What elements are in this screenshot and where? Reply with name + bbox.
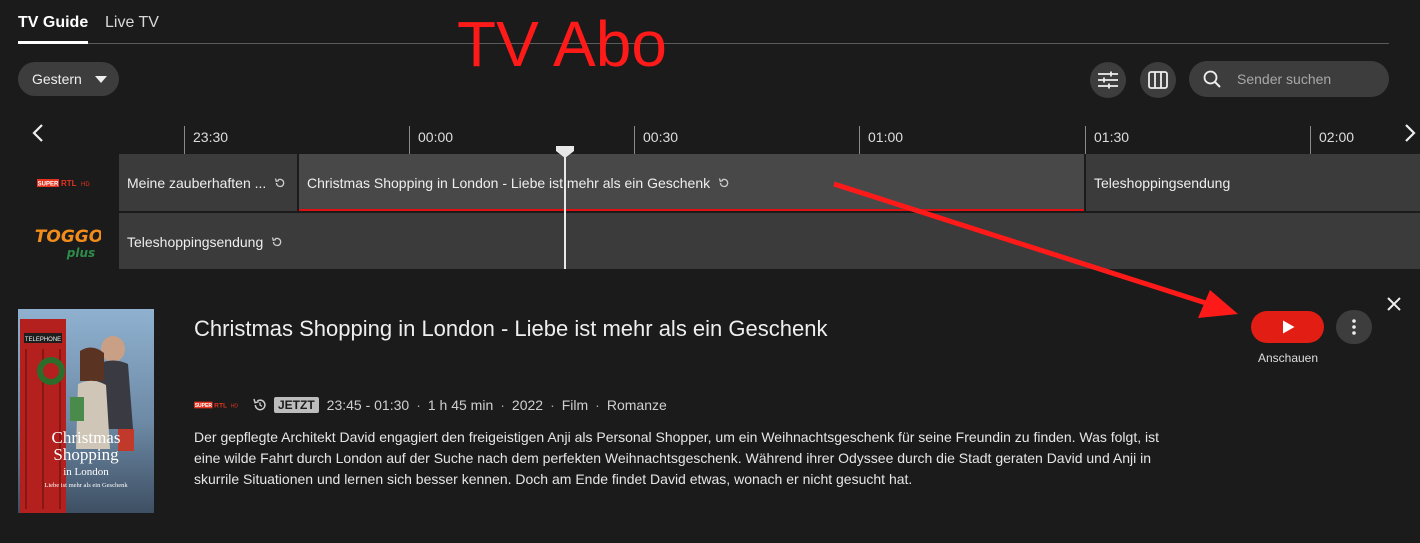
search-input[interactable] (1237, 61, 1377, 97)
super-rtl-logo-small: SUPER RTL HD (194, 401, 239, 410)
program-description: Der gepflegte Architekt David engagiert … (194, 429, 1159, 487)
timeline-tick: 00:00 (409, 126, 453, 154)
program-title: Teleshoppingsendung (1094, 175, 1231, 191)
replay-icon (272, 237, 282, 247)
tick-label: 00:30 (643, 129, 679, 145)
program-year: 2022 (511, 397, 544, 413)
meta-separator: · (416, 397, 421, 413)
channel-row-toggo-plus: TOGGO plus Teleshoppingsendung (0, 213, 1420, 270)
poster-subtitle: Liebe ist mehr als ein Geschenk (44, 482, 128, 489)
program-cell[interactable]: Teleshoppingsendung (119, 213, 1420, 269)
program-cell-current[interactable]: Christmas Shopping in London - Liebe ist… (299, 154, 1084, 211)
channel-row-super-rtl: SUPER RTL HD Meine zauberhaften ... Chri… (0, 154, 1420, 211)
now-badge: JETZT (274, 397, 319, 413)
search-icon (1203, 70, 1221, 88)
timeline-tick: 00:30 (634, 126, 678, 154)
columns-view-button[interactable] (1140, 62, 1176, 98)
tick-label: 00:00 (418, 129, 454, 145)
date-dropdown[interactable]: Gestern (18, 62, 119, 96)
tick-label: 01:30 (1094, 129, 1130, 145)
poster-sign-text: TELEPHONE (25, 337, 61, 343)
meta-separator: · (550, 397, 555, 413)
caret-down-icon (95, 76, 107, 83)
channel-logo-toggo-plus[interactable]: TOGGO plus (30, 213, 106, 270)
meta-separator: · (500, 397, 505, 413)
tick-label: 23:30 (193, 129, 229, 145)
timeline-tick: 23:30 (184, 126, 228, 154)
watch-button-label[interactable]: Anschauen (1247, 351, 1329, 365)
timeline-tick: 02:00 (1310, 126, 1354, 154)
program-meta: SUPER RTL HD JETZT 23:45 - 01:30 · 1 h 4… (194, 395, 667, 415)
filter-button[interactable] (1090, 62, 1126, 98)
poster-title-line2: Shopping (53, 445, 119, 464)
tab-live-tv[interactable]: Live TV (105, 14, 159, 32)
toggo-logo-subtext: plus (66, 246, 95, 260)
program-cell[interactable]: Meine zauberhaften ... (119, 154, 297, 211)
program-title: Teleshoppingsendung (127, 234, 264, 250)
date-dropdown-label: Gestern (32, 71, 82, 87)
close-icon (1387, 297, 1401, 311)
replay-icon (718, 178, 729, 188)
program-title: Christmas Shopping in London - Liebe ist… (307, 175, 711, 191)
super-rtl-logo: SUPER RTL HD (37, 178, 90, 188)
tick-label: 01:00 (868, 129, 904, 145)
timeline-ruler: 23:30 00:00 00:30 01:00 01:30 02:00 (119, 126, 1420, 154)
watch-button[interactable] (1251, 311, 1324, 343)
current-time-line (564, 150, 566, 269)
play-icon (1282, 320, 1294, 334)
tab-tv-guide[interactable]: TV Guide (18, 14, 89, 44)
svg-text:SUPER: SUPER (38, 181, 59, 187)
annotation-overlay-text: TV Abo (457, 8, 667, 80)
program-detail-title: Christmas Shopping in London - Liebe ist… (194, 316, 828, 341)
svg-text:RTL: RTL (61, 179, 77, 188)
program-title: Meine zauberhaften ... (127, 175, 267, 191)
program-category: Film (561, 397, 589, 413)
svg-text:SUPER: SUPER (195, 403, 213, 409)
program-time-range: 23:45 - 01:30 (326, 397, 410, 413)
more-options-button[interactable] (1336, 310, 1372, 344)
program-duration: 1 h 45 min (427, 397, 494, 413)
toggo-plus-logo: TOGGO plus (35, 227, 101, 260)
tick-label: 02:00 (1319, 129, 1355, 145)
more-vertical-icon (1352, 319, 1356, 335)
toggo-logo-text: TOGGO (35, 227, 101, 247)
poster-title-line3: in London (63, 466, 109, 478)
timeline-tick: 01:00 (859, 126, 903, 154)
svg-text:RTL: RTL (214, 403, 227, 410)
current-time-marker (556, 146, 574, 158)
columns-icon (1148, 71, 1168, 89)
svg-text:HD: HD (231, 404, 239, 410)
channel-search[interactable] (1189, 61, 1389, 97)
program-poster: TELEPHONE Christmas Shopping in London L… (18, 309, 154, 513)
close-detail-button[interactable] (1384, 294, 1404, 314)
chevron-left-icon (32, 124, 43, 142)
program-genre: Romanze (606, 397, 667, 413)
timeline-prev-button[interactable] (28, 122, 48, 144)
replay-icon (275, 178, 285, 188)
svg-text:HD: HD (81, 182, 90, 188)
timeline-tick: 01:30 (1085, 126, 1129, 154)
filter-icon (1098, 71, 1118, 89)
tab-bar: TV Guide Live TV (18, 0, 1389, 44)
replay-icon (253, 398, 266, 411)
meta-separator: · (595, 397, 600, 413)
program-cell[interactable]: Teleshoppingsendung (1086, 154, 1420, 211)
channel-logo-super-rtl[interactable]: SUPER RTL HD (30, 154, 106, 211)
